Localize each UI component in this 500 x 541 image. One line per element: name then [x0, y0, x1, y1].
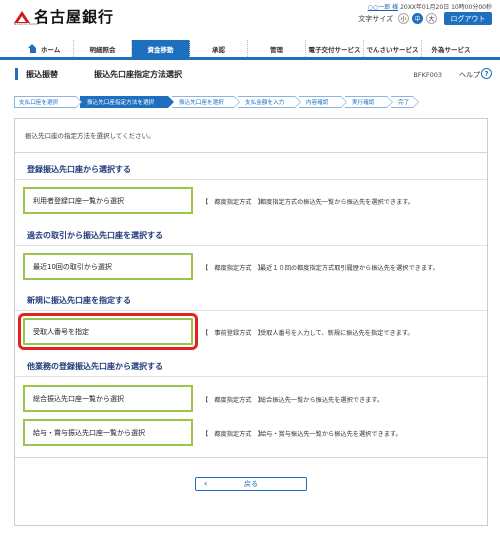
user-info: ○○一郎 様 20XX年01月20日 10時00分00秒 [368, 2, 492, 11]
content-panel: 振込先口座の指定方法を選択してください。 登録振込先口座から選択する 利用者登録… [14, 118, 488, 526]
nav-item-electronic-delivery[interactable]: 電子交付サービス [306, 40, 364, 57]
option-method-tag: 【 都度指定方式 】 [202, 199, 264, 206]
font-size-label: 文字サイズ [358, 14, 393, 23]
nav-item-statements[interactable]: 明細照会 [74, 40, 132, 57]
back-button[interactable]: ‹ 戻る [195, 477, 307, 491]
divider [15, 245, 487, 246]
user-name: ○○一郎 様 [367, 4, 399, 11]
divider [15, 152, 487, 153]
recipient-number-button[interactable]: 受取人番号を指定 [18, 313, 198, 350]
divider [15, 457, 487, 458]
progress-steps: 支払口座を選択 振込先口座指定方法を選択 振込先口座を選択 支払金額を入力 内容… [14, 96, 419, 108]
salary-bonus-list-button[interactable]: 給与・賞与振込先口座一覧から選択 [23, 419, 193, 446]
global-nav: ホーム 明細照会 資金移動 承認 管理 電子交付サービス でんさいサービス 外為… [0, 40, 500, 60]
nav-item-management[interactable]: 管理 [248, 40, 306, 57]
header: 名古屋銀行 NAGOYA BANK ○○一郎 様 20XX年01月20日 10時… [0, 0, 500, 40]
option-method-tag: 【 都度指定方式 】 [202, 397, 264, 404]
chevron-left-icon: ‹ [204, 479, 208, 488]
nav-item-home[interactable]: ホーム [16, 40, 74, 57]
nav-item-approval[interactable]: 承認 [190, 40, 248, 57]
nav-item-label: ホーム [41, 45, 61, 54]
option-method-tag: 【 事前登録方式 】 [202, 330, 264, 337]
help-icon[interactable]: ? [481, 68, 492, 79]
divider [15, 376, 487, 377]
option-description: 総合振込先一覧から振込先を選択できます。 [260, 397, 384, 404]
option-description: 給与・賞与振込先一覧から振込先を選択できます。 [260, 431, 402, 438]
recent-transactions-button[interactable]: 最近10回の取引から選択 [23, 253, 193, 280]
instruction-text: 振込先口座の指定方法を選択してください。 [25, 132, 155, 140]
page-title-bar: 振込振替 振込先口座指定方法選択 BFKF003 ヘルプ ? [0, 63, 500, 85]
section-title-registered: 登録振込先口座から選択する [27, 165, 131, 174]
option-description: 最近１０回の都度指定方式取引履歴から振込先を選択できます。 [260, 265, 439, 272]
option-method-tag: 【 都度指定方式 】 [202, 265, 264, 272]
nav-item-transfer[interactable]: 資金移動 [132, 40, 190, 57]
step-enter-amount: 支払金額を入力 [238, 96, 301, 108]
logout-button[interactable]: ログアウト [444, 12, 492, 25]
back-button-label: 戻る [244, 480, 258, 488]
page-category: 振込振替 [26, 70, 58, 79]
divider [15, 310, 487, 311]
general-transfer-list-button[interactable]: 総合振込先口座一覧から選択 [23, 385, 193, 412]
title-marker [15, 68, 18, 80]
step-select-payment-account: 支払口座を選択 [14, 96, 82, 108]
divider [15, 179, 487, 180]
step-execute-confirm: 実行確認 [345, 96, 393, 108]
page-title: 振込先口座指定方法選択 [94, 70, 182, 79]
font-size-controls: 文字サイズ 小 中 大 ログアウト [358, 12, 492, 25]
step-confirm: 内容確認 [299, 96, 347, 108]
screen-code: BFKF003 [413, 71, 442, 79]
bank-logo-sub: NAGOYA BANK [14, 22, 38, 26]
help-label[interactable]: ヘルプ [459, 70, 480, 80]
home-icon [28, 44, 37, 53]
step-select-payee-account: 振込先口座を選択 [172, 96, 240, 108]
font-size-small-button[interactable]: 小 [398, 13, 409, 24]
option-method-tag: 【 都度指定方式 】 [202, 431, 264, 438]
step-complete: 完了 [391, 96, 419, 108]
option-description: 受取人番号を入力して、新規に振込先を指定できます。 [260, 330, 414, 337]
font-size-medium-button[interactable]: 中 [412, 13, 423, 24]
font-size-large-button[interactable]: 大 [426, 13, 437, 24]
login-time: 20XX年01月20日 10時00分00秒 [400, 4, 492, 11]
bank-name: 名古屋銀行 [34, 8, 115, 26]
nav-item-forex[interactable]: 外為サービス [422, 40, 480, 57]
step-select-payee-method: 振込先口座指定方法を選択 [80, 96, 174, 108]
section-title-new: 新規に振込先口座を指定する [27, 296, 131, 305]
section-title-other-business: 他業務の登録振込先口座から選択する [27, 362, 163, 371]
section-title-history: 過去の取引から振込先口座を選択する [27, 231, 163, 240]
registered-list-button[interactable]: 利用者登録口座一覧から選択 [23, 187, 193, 214]
nav-item-densai[interactable]: でんさいサービス [364, 40, 422, 57]
option-description: 都度指定方式の振込先一覧から振込先を選択できます。 [260, 199, 415, 206]
